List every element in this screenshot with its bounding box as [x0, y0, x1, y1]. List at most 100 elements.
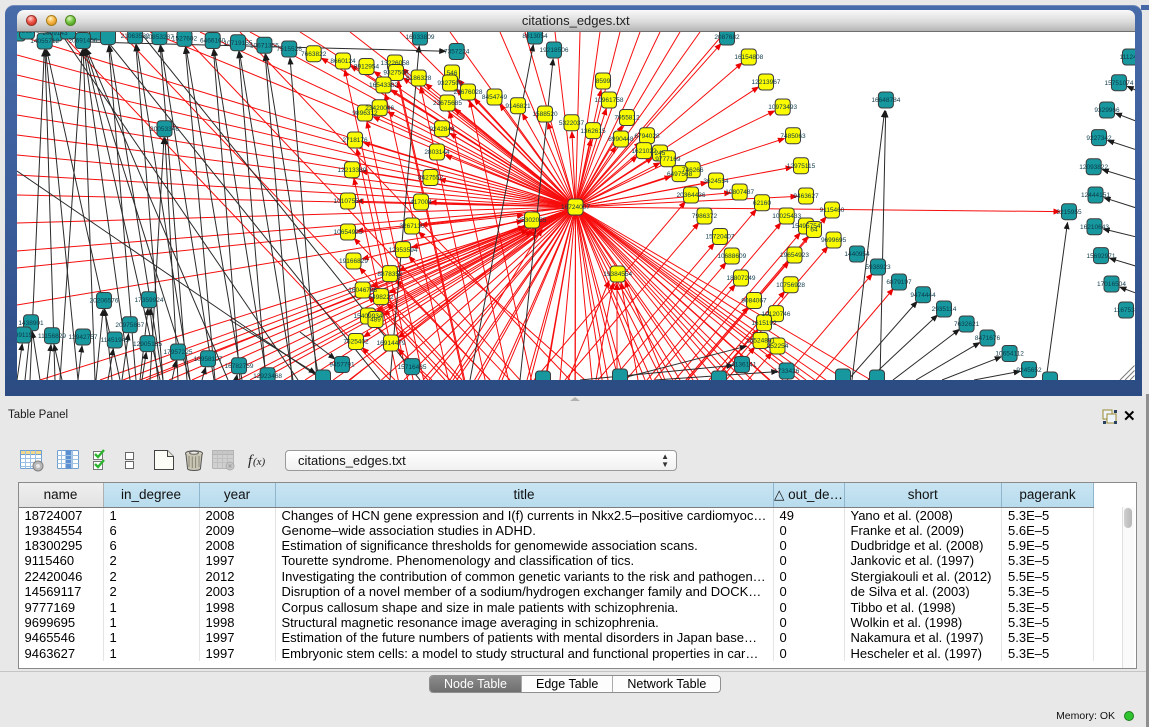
svg-text:16914479: 16914479 [377, 340, 406, 347]
svg-text:17016504: 17016504 [1097, 281, 1126, 288]
svg-text:39119: 39119 [17, 332, 33, 339]
svg-text:546: 546 [447, 70, 458, 77]
svg-text:2087682: 2087682 [714, 34, 740, 41]
svg-text:7663822: 7663822 [301, 51, 327, 58]
svg-text:7357224: 7357224 [444, 49, 470, 56]
svg-text:8471676: 8471676 [975, 335, 1001, 342]
svg-text:10120746: 10120746 [762, 311, 791, 318]
svg-text:9115460: 9115460 [820, 207, 845, 214]
svg-text:23676028: 23676028 [454, 89, 483, 96]
svg-text:7485063: 7485063 [780, 133, 806, 140]
svg-text:7515526: 7515526 [277, 46, 303, 53]
svg-text:9227342: 9227342 [1086, 135, 1112, 142]
svg-text:13226058: 13226058 [381, 60, 410, 67]
svg-text:23675685: 23675685 [433, 100, 462, 107]
svg-text:5322037: 5322037 [559, 120, 585, 127]
svg-text:14136141: 14136141 [728, 362, 757, 369]
svg-text:9245652: 9245652 [1016, 367, 1042, 374]
svg-text:15692971: 15692971 [1087, 253, 1116, 260]
svg-text:12905185: 12905185 [133, 341, 162, 348]
svg-text:7955812: 7955812 [614, 115, 640, 122]
svg-text:10958107: 10958107 [194, 356, 223, 363]
svg-text:1438901: 1438901 [18, 320, 44, 327]
svg-text:12353594: 12353594 [389, 247, 418, 254]
svg-text:20206576: 20206576 [90, 298, 119, 305]
svg-text:2935114: 2935114 [932, 306, 957, 313]
svg-text:9084067: 9084067 [741, 298, 767, 305]
svg-text:1421309: 1421309 [17, 32, 40, 35]
svg-text:19654923: 19654923 [780, 252, 809, 259]
svg-text:20975867: 20975867 [115, 322, 144, 329]
svg-text:12923468: 12923468 [253, 373, 282, 380]
svg-text:10756928: 10756928 [776, 282, 805, 289]
svg-text:8427552: 8427552 [418, 175, 444, 182]
svg-text:8990448: 8990448 [608, 136, 634, 143]
svg-text:8660124: 8660124 [330, 58, 356, 65]
svg-text:12942757: 12942757 [69, 334, 98, 341]
svg-text:16543382: 16543382 [369, 82, 398, 89]
svg-text:12444151: 12444151 [1081, 192, 1110, 199]
svg-text:16210643: 16210643 [1080, 224, 1109, 231]
svg-text:9699695: 9699695 [821, 237, 847, 244]
svg-text:20053346: 20053346 [150, 126, 179, 133]
svg-text:19218506: 19218506 [540, 47, 569, 54]
svg-text:10654112: 10654112 [995, 351, 1024, 358]
svg-text:15751074: 15751074 [1105, 80, 1134, 87]
svg-text:9474444: 9474444 [910, 292, 936, 299]
svg-text:8454749: 8454749 [482, 94, 508, 101]
svg-text:9329966: 9329966 [1094, 107, 1120, 114]
svg-text:7986372: 7986372 [692, 213, 718, 220]
svg-text:417004: 417004 [410, 199, 432, 206]
svg-text:6794028: 6794028 [634, 133, 660, 140]
svg-text:10688609: 10688609 [717, 253, 746, 260]
svg-text:25302035: 25302035 [518, 217, 547, 224]
svg-text:15716485: 15716485 [398, 364, 427, 371]
svg-text:10671355: 10671355 [250, 43, 279, 50]
svg-text:10853287: 10853287 [145, 34, 174, 41]
svg-text:10025433: 10025433 [772, 213, 801, 220]
svg-text:18724007: 18724007 [561, 204, 590, 211]
svg-text:62160: 62160 [753, 200, 771, 207]
svg-text:10973493: 10973493 [768, 104, 797, 111]
svg-text:9327508: 9327508 [437, 80, 463, 87]
svg-text:1527602: 1527602 [172, 36, 198, 43]
svg-text:15720407: 15720407 [706, 234, 735, 241]
svg-text:9457791: 9457791 [329, 362, 355, 369]
svg-text:9777169: 9777169 [655, 156, 681, 163]
svg-text:(x): (x) [253, 456, 266, 468]
svg-text:3215955: 3215955 [1056, 209, 1082, 216]
svg-text:3624554: 3624554 [703, 178, 729, 185]
svg-text:1167533: 1167533 [1114, 307, 1135, 314]
svg-text:10654925: 10654925 [334, 229, 363, 236]
svg-text:3267130: 3267130 [399, 223, 425, 230]
svg-text:20691406: 20691406 [68, 38, 97, 45]
svg-text:17957225: 17957225 [164, 349, 193, 356]
svg-text:5498222: 5498222 [368, 294, 394, 301]
svg-text:9146821: 9146821 [505, 103, 531, 110]
svg-text:1621022: 1621022 [631, 148, 657, 155]
svg-text:12213389: 12213389 [338, 167, 367, 174]
svg-text:20364436: 20364436 [677, 192, 706, 199]
svg-text:1733426: 1733426 [774, 368, 800, 375]
svg-text:5938923: 5938923 [865, 264, 891, 271]
svg-text:2718176: 2718176 [342, 137, 368, 144]
svg-text:10107554: 10107554 [334, 198, 363, 205]
svg-text:489: 489 [370, 317, 381, 324]
svg-text:10961758: 10961758 [595, 97, 624, 104]
svg-text:16154808: 16154808 [734, 54, 763, 61]
svg-text:12093822: 12093822 [1079, 164, 1108, 171]
svg-text:1615192: 1615192 [751, 320, 777, 327]
svg-text:18807249: 18807249 [727, 275, 756, 282]
svg-text:6497568: 6497568 [667, 171, 693, 178]
svg-text:2009143: 2009143 [42, 32, 68, 37]
svg-text:12213967: 12213967 [752, 79, 781, 86]
svg-text:16782759: 16782759 [225, 363, 254, 370]
svg-text:2803144: 2803144 [424, 149, 450, 156]
svg-text:7632621: 7632621 [954, 321, 980, 328]
svg-text:10807487: 10807487 [725, 189, 754, 196]
svg-text:111247: 111247 [1120, 54, 1135, 61]
svg-text:8599: 8599 [596, 78, 611, 85]
svg-text:6879197: 6879197 [886, 279, 912, 286]
svg-text:12975115: 12975115 [787, 163, 816, 170]
svg-text:1362615: 1362615 [580, 128, 606, 135]
